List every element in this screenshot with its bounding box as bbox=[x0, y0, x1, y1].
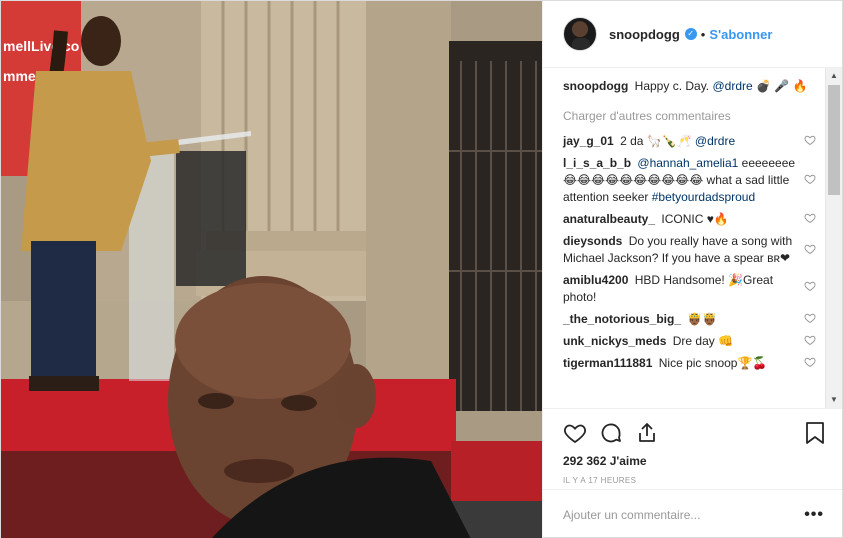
caption-text: Happy c. Day. bbox=[634, 79, 710, 93]
separator-dot: • bbox=[700, 26, 706, 42]
heart-icon[interactable] bbox=[804, 312, 816, 324]
instagram-post: mellLive.co mmell snoopdogg ✓ • S'abonne… bbox=[0, 0, 843, 538]
post-side-panel: snoopdogg ✓ • S'abonner snoopdogg Happy … bbox=[542, 1, 842, 538]
comment-text: Nice pic snoop🏆🍒 bbox=[658, 356, 768, 370]
comment-item: tigerman111881 Nice pic snoop🏆🍒 bbox=[563, 355, 816, 372]
comment-text: 2 da 🦙🍾🥂 bbox=[620, 134, 692, 148]
heart-icon[interactable] bbox=[804, 280, 816, 292]
comment-text: Dre day 👊 bbox=[672, 334, 734, 348]
action-icon-row bbox=[563, 417, 826, 449]
post-photo[interactable]: mellLive.co mmell bbox=[1, 1, 542, 538]
comment-text: 🤴🏾🤴🏾 bbox=[687, 312, 718, 326]
comment-mention[interactable]: @drdre bbox=[695, 134, 735, 148]
comment-mention[interactable]: @hannah_amelia1 bbox=[637, 156, 738, 170]
scroll-up-arrow-icon[interactable]: ▲ bbox=[826, 68, 842, 84]
heart-icon[interactable] bbox=[804, 243, 816, 255]
heart-icon[interactable] bbox=[563, 421, 587, 445]
comment-text: ICONIC ♥🔥 bbox=[661, 212, 729, 226]
comments-scrollbar[interactable]: ▲ ▼ bbox=[825, 68, 842, 408]
comment-input[interactable] bbox=[563, 507, 805, 522]
post-caption: snoopdogg Happy c. Day. @drdre 💣 🎤 🔥 bbox=[563, 78, 816, 95]
comment-username[interactable]: tigerman111881 bbox=[563, 356, 652, 370]
more-options-icon[interactable]: ••• bbox=[804, 506, 824, 524]
scroll-down-arrow-icon[interactable]: ▼ bbox=[826, 392, 842, 408]
heart-icon[interactable] bbox=[804, 173, 816, 185]
caption-username[interactable]: snoopdogg bbox=[563, 79, 628, 93]
verified-badge-icon: ✓ bbox=[684, 28, 697, 40]
sign-text: mellLive.co bbox=[3, 38, 79, 54]
heart-icon[interactable] bbox=[804, 356, 816, 368]
comment-username[interactable]: unk_nickys_meds bbox=[563, 334, 666, 348]
comment-icon[interactable] bbox=[599, 421, 623, 445]
comments-list: snoopdogg Happy c. Day. @drdre 💣 🎤 🔥 Cha… bbox=[543, 68, 842, 408]
likes-count[interactable]: 292 362 J'aime bbox=[563, 454, 826, 468]
comment-item: _the_notorious_big_ 🤴🏾🤴🏾 bbox=[563, 311, 816, 328]
share-icon[interactable] bbox=[635, 421, 659, 445]
heart-icon[interactable] bbox=[804, 334, 816, 346]
comment-username[interactable]: jay_g_01 bbox=[563, 134, 614, 148]
follow-button[interactable]: S'abonner bbox=[709, 27, 772, 42]
load-more-comments-button[interactable]: Charger d'autres commentaires bbox=[563, 109, 816, 123]
comment-item: l_i_s_a_b_b @hannah_amelia1 eeeeeeee 😂😂😂… bbox=[563, 155, 816, 206]
comment-username[interactable]: dieysonds bbox=[563, 234, 622, 248]
header-username[interactable]: snoopdogg bbox=[609, 27, 680, 42]
post-timestamp: IL Y A 17 HEURES bbox=[563, 476, 637, 485]
comment-username[interactable]: _the_notorious_big_ bbox=[563, 312, 681, 326]
caption-emoji: 💣 🎤 🔥 bbox=[756, 79, 808, 93]
comment-item: dieysonds Do you really have a song with… bbox=[563, 233, 816, 267]
scrollbar-thumb[interactable] bbox=[828, 85, 840, 195]
comment-hashtag[interactable]: #betyourdadsproud bbox=[652, 190, 755, 204]
heart-icon[interactable] bbox=[804, 134, 816, 146]
comment-item: anaturalbeauty_ ICONIC ♥🔥 bbox=[563, 211, 816, 228]
bookmark-icon[interactable] bbox=[804, 421, 826, 445]
caption-mention[interactable]: @drdre bbox=[713, 79, 753, 93]
photo-illustration: mellLive.co mmell bbox=[1, 1, 542, 538]
comment-username[interactable]: anaturalbeauty_ bbox=[563, 212, 655, 226]
comment-username[interactable]: amiblu4200 bbox=[563, 273, 628, 287]
comment-item: jay_g_01 2 da 🦙🍾🥂 @drdre bbox=[563, 133, 816, 150]
comment-item: unk_nickys_meds Dre day 👊 bbox=[563, 333, 816, 350]
avatar[interactable] bbox=[563, 17, 597, 51]
post-actions: 292 362 J'aime IL Y A 17 HEURES bbox=[543, 408, 842, 485]
comment-username[interactable]: l_i_s_a_b_b bbox=[563, 156, 631, 170]
add-comment-bar: ••• bbox=[543, 489, 842, 538]
heart-icon[interactable] bbox=[804, 212, 816, 224]
comment-item: amiblu4200 HBD Handsome! 🎉Great photo! bbox=[563, 272, 816, 306]
post-header: snoopdogg ✓ • S'abonner bbox=[543, 1, 842, 68]
